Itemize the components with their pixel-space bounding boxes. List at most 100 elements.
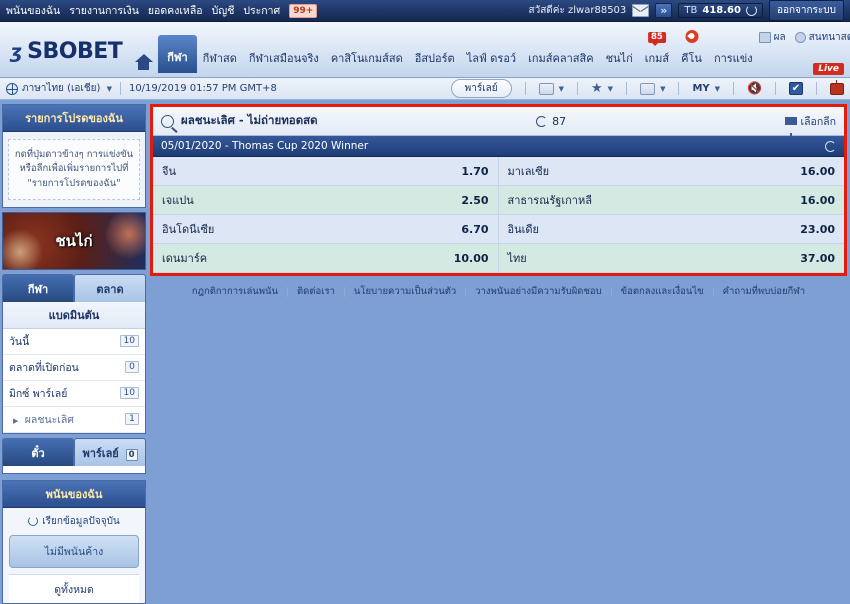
tab-parlay-count: 0 bbox=[125, 448, 138, 461]
tab-sports[interactable]: กีฬา bbox=[2, 273, 74, 302]
mybets-empty-state[interactable]: ไม่มีพนันค้าง bbox=[9, 534, 139, 568]
sidebar-item-today[interactable]: วันนี้ 10 bbox=[3, 329, 145, 355]
account-link-account[interactable]: บัญชี bbox=[212, 2, 235, 19]
sidebar-item-outright[interactable]: ▶ ผลชนะเลิศ 1 bbox=[3, 407, 145, 433]
footer-link-privacy-policy[interactable]: นโยบายความเป็นส่วนตัว bbox=[345, 284, 465, 299]
divider bbox=[577, 82, 579, 95]
mybets-title: พนันของฉัน bbox=[3, 480, 145, 508]
divider bbox=[119, 82, 121, 95]
odds-type-dropdown[interactable]: ▼ bbox=[640, 82, 666, 95]
account-link-announcements[interactable]: ประกาศ bbox=[243, 2, 280, 19]
mybets-see-all-link[interactable]: ดูทั้งหมด bbox=[9, 573, 139, 603]
outcome-odd: 23.00 bbox=[800, 222, 835, 236]
cockfight-promo-banner[interactable]: ชนไก่ bbox=[2, 211, 146, 270]
outcome-row[interactable]: อินโดนีเซีย 6.70 bbox=[153, 215, 499, 244]
account-link-mybets[interactable]: พนันของฉัน bbox=[6, 2, 60, 19]
outcome-team: อินเดีย bbox=[507, 223, 539, 236]
sidebar-item-outright-wrap: ▶ ผลชนะเลิศ bbox=[13, 411, 74, 428]
page-body: รายการโปรดของฉัน กดที่ปุ่มดาวข้างๆ การแข… bbox=[0, 100, 850, 604]
footer-link-betting-rules[interactable]: กฎกติกาการเล่นพนัน bbox=[183, 284, 287, 299]
refresh-icon bbox=[536, 115, 548, 127]
footer-link-sports-faq[interactable]: คำถามที่พบบ่อยกีฬา bbox=[714, 284, 814, 299]
tab-ticket[interactable]: ตั๋ว bbox=[2, 437, 74, 466]
favorites-title: รายการโปรดของฉัน bbox=[3, 105, 145, 132]
main-content: ผลชนะเลิศ - ไม่ถ่ายทอดสด 87 เลือกลีก 05/… bbox=[148, 104, 850, 528]
tab-markets[interactable]: ตลาด bbox=[74, 273, 146, 302]
tab-parlay[interactable]: พาร์เลย์ 0 bbox=[74, 437, 146, 466]
outcome-row[interactable]: เดนมาร์ค 10.00 bbox=[153, 244, 499, 273]
view-mode-icon bbox=[538, 82, 554, 95]
account-link-finance-report[interactable]: รายงานการเงิน bbox=[69, 2, 139, 19]
nav-live-chat[interactable]: สนทนาสด bbox=[794, 30, 850, 45]
brand-name: SBOBET bbox=[27, 39, 123, 64]
nav-results[interactable]: ผล bbox=[758, 30, 786, 45]
nav-item-live-draw[interactable]: ไลฟ์ ดรอว์ bbox=[461, 45, 522, 72]
my-menu-dropdown[interactable]: MY ▼ bbox=[692, 83, 720, 94]
nav-item-games[interactable]: 85 เกมส์ bbox=[639, 32, 675, 72]
outcome-odd: 16.00 bbox=[800, 193, 835, 207]
sidebar-item-early-market[interactable]: ตลาดที่เปิดก่อน 0 bbox=[3, 355, 145, 381]
outcome-row[interactable]: เจแปน 2.50 bbox=[153, 186, 499, 215]
footer-link-responsible-gaming[interactable]: วางพนันอย่างมีความรับผิดชอบ bbox=[466, 284, 610, 299]
refresh-icon[interactable] bbox=[745, 5, 757, 16]
mybets-body: เรียกข้อมูลปัจจุบัน ไม่มีพนันค้าง ดูทั้ง… bbox=[3, 507, 145, 603]
chevron-down-icon: ▼ bbox=[660, 84, 666, 93]
nav-item-sports[interactable]: กีฬา bbox=[158, 35, 197, 73]
outcome-row[interactable]: อินเดีย 23.00 bbox=[498, 215, 844, 244]
outcome-odd: 1.70 bbox=[461, 164, 489, 178]
sport-category-list: แบดมินตัน วันนี้ 10 ตลาดที่เปิดก่อน 0 มิ… bbox=[2, 301, 146, 434]
home-icon[interactable] bbox=[134, 54, 154, 70]
nav-item-keno[interactable]: คีโน bbox=[675, 30, 708, 72]
sound-mute-icon[interactable]: 🔇 bbox=[747, 82, 762, 94]
footer-link-contact-us[interactable]: ติดต่อเรา bbox=[288, 284, 344, 299]
outcome-team: อินโดนีเซีย bbox=[162, 223, 215, 236]
footer-link-terms[interactable]: ข้อตกลงและเงื่อนไข bbox=[612, 284, 713, 299]
outcome-team: เจแปน bbox=[162, 194, 194, 207]
nav-item-classic-games[interactable]: เกมส์คลาสสิค bbox=[522, 45, 599, 72]
outcome-row[interactable]: ไทย 37.00 bbox=[498, 244, 844, 273]
bet-slip-icon[interactable]: ✔ bbox=[789, 82, 803, 95]
outcome-row[interactable]: มาเลเซีย 16.00 bbox=[498, 157, 844, 186]
outcome-row[interactable]: สาธารณรัฐเกาหลี 16.00 bbox=[498, 186, 844, 215]
outcome-team: มาเลเซีย bbox=[507, 165, 550, 178]
globe-icon bbox=[6, 82, 18, 95]
nav-item-cockfight[interactable]: ชนไก่ bbox=[600, 45, 639, 72]
parlay-button[interactable]: พาร์เลย์ bbox=[450, 79, 512, 98]
favorites-body: กดที่ปุ่มดาวข้างๆ การแข่งขัน หรือลีกเพื่… bbox=[3, 132, 145, 207]
language-selector[interactable]: ภาษาไทย (เอเชีย) ▼ bbox=[22, 81, 112, 96]
nav-results-label: ผล bbox=[773, 32, 786, 43]
live-badge[interactable]: Live bbox=[813, 63, 844, 75]
account-status: สวัสดีค่ะ zlwar88503 » TB 418.60 ออกจากร… bbox=[528, 0, 844, 21]
mybets-refresh-button[interactable]: เรียกข้อมูลปัจจุบัน bbox=[9, 514, 139, 535]
logout-button[interactable]: ออกจากระบบ bbox=[768, 0, 844, 21]
divider bbox=[775, 82, 776, 95]
account-link-balance[interactable]: ยอดคงเหลือ bbox=[148, 2, 203, 19]
league-refresh-icon[interactable] bbox=[825, 140, 836, 152]
mail-icon[interactable] bbox=[632, 4, 650, 17]
refresh-icon bbox=[28, 516, 39, 527]
nav-item-live-sports[interactable]: กีฬาสด bbox=[197, 45, 243, 72]
banner-title: ชนไก่ bbox=[55, 231, 93, 250]
nav-item-esports[interactable]: อีสปอร์ต bbox=[409, 45, 461, 72]
view-mode-dropdown[interactable]: ▼ bbox=[538, 82, 564, 95]
odds-type-icon bbox=[640, 82, 656, 95]
nav-item-live-casino[interactable]: คาสิโนเกมส์สด bbox=[325, 45, 409, 72]
divider bbox=[733, 82, 735, 95]
league-filter-button[interactable]: เลือกลีก bbox=[784, 113, 836, 136]
league-header-row: 05/01/2020 - Thomas Cup 2020 Winner bbox=[153, 136, 844, 157]
auto-refresh-counter[interactable]: 87 bbox=[536, 115, 566, 128]
language-label: ภาษาไทย (เอเชีย) bbox=[22, 83, 101, 94]
tab-parlay-label: พาร์เลย์ bbox=[82, 446, 119, 460]
funnel-icon bbox=[784, 117, 797, 136]
live-tv-icon[interactable] bbox=[830, 79, 844, 95]
brand-logo[interactable]: ʒ SBOBET bbox=[0, 41, 134, 77]
mybets-refresh-label: เรียกข้อมูลปัจจุบัน bbox=[42, 515, 120, 527]
nav-item-racing[interactable]: การแข่ง bbox=[708, 45, 759, 72]
favorites-star-dropdown[interactable]: ★ ▼ bbox=[591, 82, 613, 95]
expand-balance-button[interactable]: » bbox=[655, 3, 673, 18]
sidebar-item-mix-parlay[interactable]: มิกซ์ พาร์เลย์ 10 bbox=[3, 381, 145, 407]
outcome-row[interactable]: จีน 1.70 bbox=[153, 157, 499, 186]
keno-highlight-icon bbox=[685, 30, 699, 43]
nav-item-virtual-sports[interactable]: กีฬาเสมือนจริง bbox=[243, 45, 325, 72]
search-icon[interactable] bbox=[161, 114, 174, 128]
